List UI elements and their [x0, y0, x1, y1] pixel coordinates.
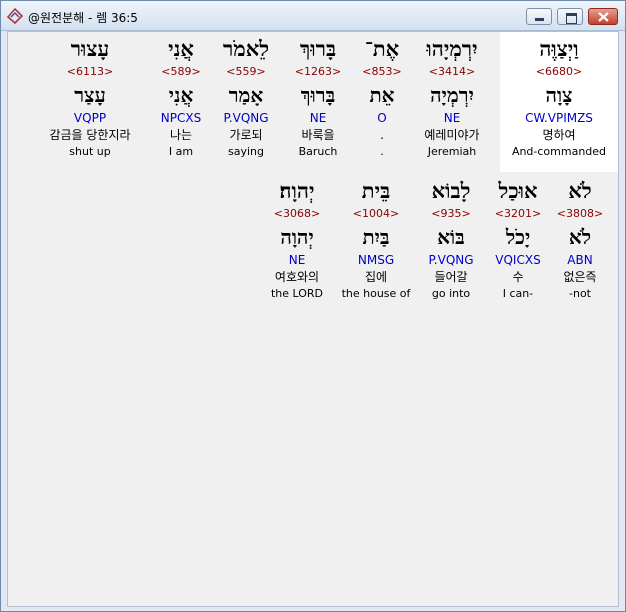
morphology-code[interactable]: NMSG — [338, 252, 414, 268]
strong-number[interactable]: <6680> — [500, 64, 618, 80]
korean-gloss: 나는 — [169, 128, 193, 142]
strong-number[interactable]: <853> — [354, 64, 410, 80]
hebrew-lemma: לֹא — [568, 225, 592, 249]
hebrew-lemma: אֲנִי — [168, 83, 194, 107]
hebrew-word: אוּכַל — [498, 178, 538, 203]
strong-number[interactable]: <3201> — [488, 206, 548, 222]
word-cell[interactable]: אֶת־ <853> אֵת O . . — [354, 34, 410, 160]
korean-gloss: 명하여 — [542, 128, 576, 142]
morphology-code[interactable]: NPCXS — [154, 110, 208, 126]
interlinear-panel: וַיְצַוֶּה <6680> צָוָה CW.VPIMZS 명하여 An… — [7, 31, 619, 607]
morphology-code[interactable]: VQPP — [34, 110, 146, 126]
hebrew-word: בָּרוּךְ — [299, 36, 337, 61]
morphology-code[interactable]: O — [354, 110, 410, 126]
english-gloss: the house of — [341, 287, 411, 300]
korean-gloss: 수 — [512, 270, 524, 284]
hebrew-lemma: אֵת — [369, 83, 395, 107]
morphology-code[interactable]: NE — [260, 252, 334, 268]
english-gloss: I am — [168, 145, 194, 158]
korean-gloss: 집에 — [364, 270, 388, 284]
korean-gloss: 들어갈 — [434, 270, 468, 284]
hebrew-word: עָצוּר — [70, 36, 110, 61]
english-gloss: And-commanded — [511, 145, 607, 158]
korean-gloss: 감금을 당한지라 — [49, 128, 131, 142]
english-gloss: Jeremiah — [427, 145, 477, 158]
strong-number[interactable]: <6113> — [34, 64, 146, 80]
word-cell[interactable]: וַיְצַוֶּה <6680> צָוָה CW.VPIMZS 명하여 An… — [500, 34, 618, 160]
morphology-code[interactable]: NE — [286, 110, 350, 126]
morphology-code[interactable]: ABN — [552, 252, 608, 268]
korean-gloss: 가로되 — [229, 128, 263, 142]
strong-number[interactable]: <1263> — [286, 64, 350, 80]
word-cell[interactable]: לָבוֹא <935> בּוֹא P.VQNG 들어갈 go into — [418, 176, 484, 302]
morphology-code[interactable]: NE — [406, 110, 498, 126]
window: @원전분해 - 렘 36:5 וַיְצַוֶּה <6680> צָוָה C… — [0, 0, 626, 612]
english-gloss: -not — [569, 287, 591, 300]
korean-gloss: . — [380, 128, 384, 142]
hebrew-lemma: אָמַר — [228, 83, 264, 107]
english-gloss: I can- — [502, 287, 534, 300]
word-cell[interactable]: לֹא <3808> לֹא ABN 없은즉 -not — [552, 176, 608, 302]
strong-number[interactable]: <1004> — [338, 206, 414, 222]
app-icon — [6, 7, 24, 25]
hebrew-word: לֹא — [568, 178, 592, 203]
word-cell[interactable]: יְהוָה׃ <3068> יְהוָה NE 여호와의 the LORD — [260, 176, 334, 302]
morphology-code[interactable]: P.VQNG — [418, 252, 484, 268]
hebrew-lemma: יָכֹל — [505, 225, 531, 249]
word-cell[interactable]: אוּכַל <3201> יָכֹל VQICXS 수 I can- — [488, 176, 548, 302]
title-bar[interactable]: @원전분해 - 렘 36:5 — [1, 1, 625, 31]
hebrew-word: בֵּית — [361, 178, 391, 203]
hebrew-word: יִרְמְיָהוּ — [426, 36, 478, 61]
hebrew-word: לָבוֹא — [431, 178, 471, 203]
strong-number[interactable]: <3068> — [260, 206, 334, 222]
minimize-button[interactable] — [526, 8, 552, 25]
strong-number[interactable]: <559> — [212, 64, 280, 80]
close-button[interactable] — [588, 8, 618, 25]
hebrew-lemma: צָוָה — [545, 83, 573, 107]
hebrew-word: וַיְצַוֶּה — [539, 36, 579, 61]
english-gloss: go into — [431, 287, 471, 300]
korean-gloss: 바룩을 — [301, 128, 335, 142]
korean-gloss: 없은즉 — [563, 270, 597, 284]
hebrew-word: יְהוָה׃ — [279, 178, 315, 203]
hebrew-lemma: יִרְמְיָה — [430, 83, 474, 107]
word-cell[interactable]: לֵאמֹר <559> אָמַר P.VQNG 가로되 saying — [212, 34, 280, 160]
korean-gloss: 예레미야가 — [424, 128, 480, 142]
strong-number[interactable]: <589> — [154, 64, 208, 80]
hebrew-word: אֲנִי — [168, 36, 194, 61]
word-cell[interactable]: יִרְמְיָהוּ <3414> יִרְמְיָה NE 예레미야가 Je… — [406, 34, 498, 160]
hebrew-lemma: בּוֹא — [437, 225, 465, 249]
strong-number[interactable]: <935> — [418, 206, 484, 222]
word-cell[interactable]: בָּרוּךְ <1263> בָּרוּךְ NE 바룩을 Baruch — [286, 34, 350, 160]
hebrew-word: לֵאמֹר — [222, 36, 270, 61]
morphology-code[interactable]: P.VQNG — [212, 110, 280, 126]
hebrew-word: אֶת־ — [364, 36, 400, 61]
english-gloss: . — [380, 145, 384, 158]
hebrew-lemma: בָּרוּךְ — [300, 83, 336, 107]
word-cell[interactable]: בֵּית <1004> בַּיִת NMSG 집에 the house of — [338, 176, 414, 302]
window-title: @원전분해 - 렘 36:5 — [28, 11, 138, 25]
hebrew-lemma: עָצַר — [74, 83, 106, 107]
strong-number[interactable]: <3808> — [552, 206, 608, 222]
maximize-button[interactable] — [557, 8, 583, 25]
hebrew-lemma: בַּיִת — [362, 225, 390, 249]
close-icon — [598, 12, 609, 22]
english-gloss: Baruch — [298, 145, 338, 158]
morphology-code[interactable]: VQICXS — [488, 252, 548, 268]
word-cell[interactable]: אֲנִי <589> אֲנִי NPCXS 나는 I am — [154, 34, 208, 160]
morphology-code[interactable]: CW.VPIMZS — [500, 110, 618, 126]
strong-number[interactable]: <3414> — [406, 64, 498, 80]
korean-gloss: 여호와의 — [274, 270, 320, 284]
word-cell[interactable]: עָצוּר <6113> עָצַר VQPP 감금을 당한지라 shut u… — [34, 34, 146, 160]
english-gloss: shut up — [69, 145, 111, 158]
english-gloss: saying — [228, 145, 264, 158]
hebrew-lemma: יְהוָה — [280, 225, 314, 249]
english-gloss: the LORD — [270, 287, 324, 300]
